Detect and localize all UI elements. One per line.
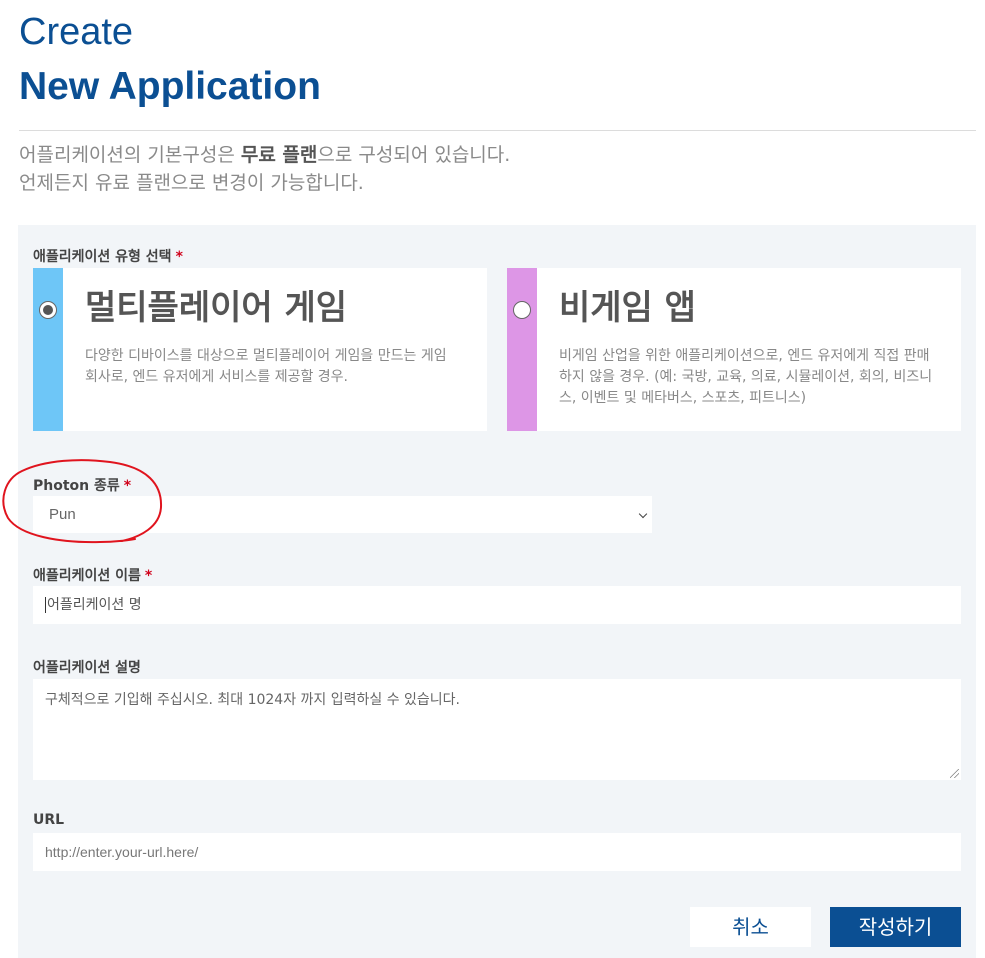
submit-button[interactable]: 작성하기 [830,907,961,947]
page-title-create: Create [19,11,134,53]
radio-non-game[interactable] [513,301,531,319]
cancel-button[interactable]: 취소 [690,907,811,947]
app-name-label: 애플리케이션 이름 * [33,568,153,584]
card-title: 멀티플레이어 게임 [85,288,348,328]
card-description: 다양한 디바이스를 대상으로 멀티플레이어 게임을 만드는 게임 회사로, 엔드… [85,348,447,385]
url-input[interactable]: http://enter.your-url.here/ [33,833,961,871]
radio-multiplayer[interactable] [39,301,57,319]
app-type-card-non-game[interactable]: 비게임 앱 비게임 산업을 위한 애플리케이션으로, 엔드 유저에게 직접 판매… [507,268,961,431]
card-description: 비게임 산업을 위한 애플리케이션으로, 엔드 유저에게 직접 판매하지 않을 … [559,348,933,406]
app-type-card-multiplayer[interactable]: 멀티플레이어 게임 다양한 디바이스를 대상으로 멀티플레이어 게임을 만드는 … [33,268,487,431]
intro-line-2: 언제든지 유료 플랜으로 변경이 가능합니다. [19,172,364,194]
free-plan-highlight: 무료 플랜 [240,144,318,166]
url-placeholder: http://enter.your-url.here/ [45,844,199,860]
card-title: 비게임 앱 [559,288,696,328]
card-color-strip [33,268,63,431]
app-name-input[interactable]: 어플리케이션 명 [33,586,961,624]
app-desc-label: 어플리케이션 설명 [33,660,141,676]
text-caret [45,597,46,613]
required-mark: * [144,568,153,584]
annotation-circle [2,459,163,544]
app-desc-placeholder: 구체적으로 기입해 주십시오. 최대 1024자 까지 입력하실 수 있습니다. [45,692,461,708]
required-mark: * [175,249,183,265]
app-name-placeholder: 어플리케이션 명 [47,597,142,613]
intro-line-1: 어플리케이션의 기본구성은 무료 플랜으로 구성되어 있습니다. [19,144,511,166]
resize-handle-icon[interactable] [950,769,959,778]
app-type-label: 애플리케이션 유형 선택 * [33,249,183,265]
app-desc-textarea[interactable]: 구체적으로 기입해 주십시오. 최대 1024자 까지 입력하실 수 있습니다. [33,679,961,780]
intro-text: 어플리케이션의 기본구성은 무료 플랜으로 구성되어 있습니다. 언제든지 유료… [19,141,510,197]
chevron-down-icon [638,509,648,519]
header-divider [19,130,976,131]
url-label: URL [33,812,65,828]
card-color-strip [507,268,537,431]
page-title-new-application: New Application [19,65,321,108]
